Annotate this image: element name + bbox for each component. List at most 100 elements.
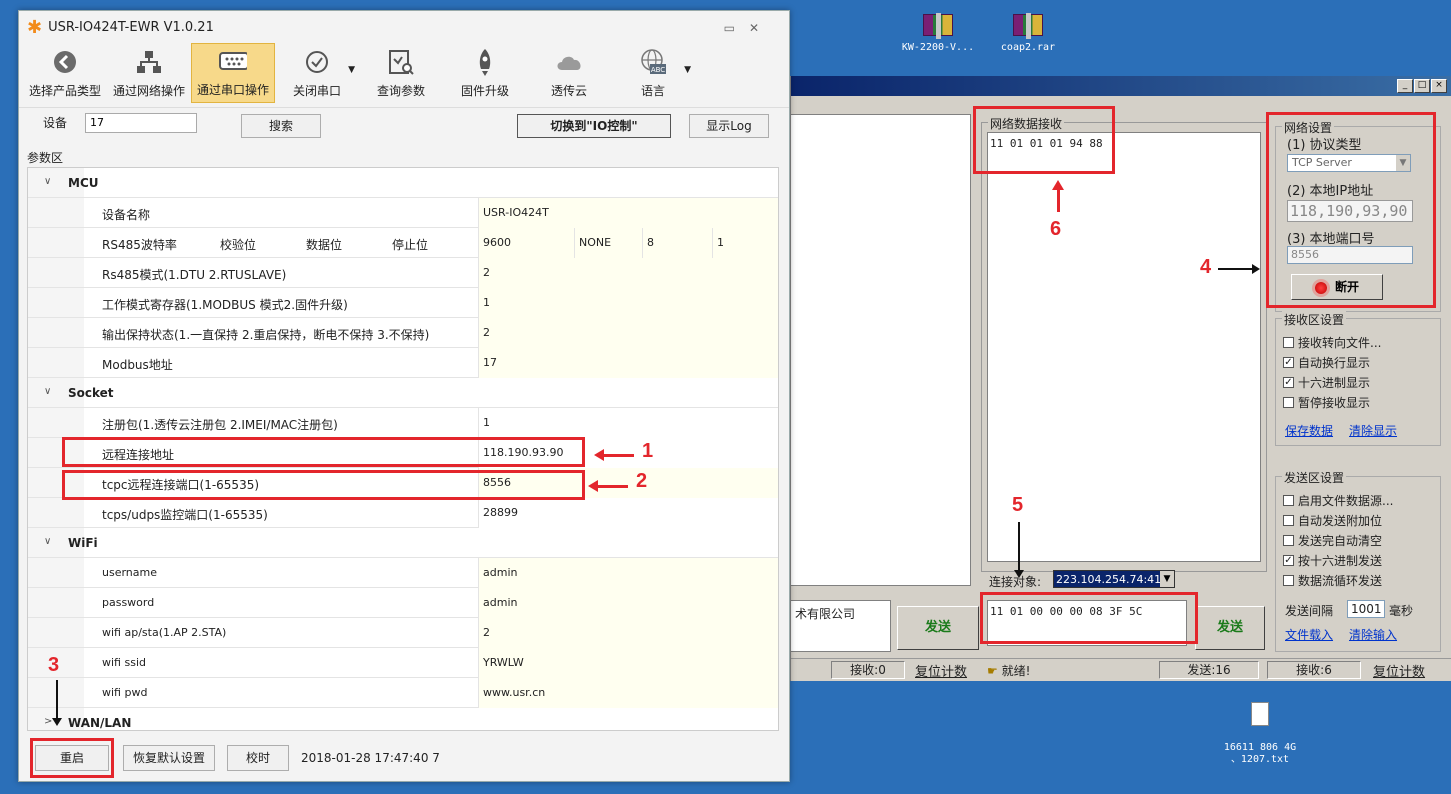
- param-value[interactable]: 2: [478, 618, 778, 648]
- receive-text-area[interactable]: 11 01 01 01 94 88: [987, 132, 1261, 562]
- file-load-link[interactable]: 文件载入: [1285, 626, 1333, 643]
- checkbox-box[interactable]: [1283, 574, 1294, 586]
- toolbar-select-product[interactable]: 选择产品类型: [23, 43, 107, 103]
- hex-send-checkbox[interactable]: ✓ 按十六进制发送: [1283, 550, 1393, 570]
- receive-count: 接收:6: [1267, 661, 1361, 679]
- restore-defaults-button[interactable]: 恢复默认设置: [123, 745, 215, 771]
- toolbar-firmware-upgrade[interactable]: 固件升级: [443, 43, 527, 103]
- minimize-button[interactable]: ▭: [724, 21, 749, 35]
- toolbar-query-params[interactable]: 查询参数: [359, 43, 443, 103]
- param-value-baud[interactable]: 9600: [478, 228, 574, 258]
- switch-io-control-button[interactable]: 切换到"IO控制": [517, 114, 671, 138]
- close-button[interactable]: ×: [1431, 79, 1447, 93]
- recv-to-file-checkbox[interactable]: 接收转向文件...: [1283, 332, 1381, 352]
- left-send-button[interactable]: 发送: [897, 606, 979, 650]
- param-row-listen-port[interactable]: tcps/udps监控端口(1-65535) 28899: [28, 498, 778, 528]
- reset-count-link[interactable]: 复位计数: [1373, 661, 1425, 680]
- search-button[interactable]: 搜索: [241, 114, 321, 138]
- param-row-wifi-ssid[interactable]: wifi ssid YRWLW: [28, 648, 778, 678]
- chevron-down-icon[interactable]: ▼: [684, 65, 691, 75]
- param-value[interactable]: www.usr.cn: [478, 678, 778, 708]
- param-row-modbus-addr[interactable]: Modbus地址 17: [28, 348, 778, 378]
- param-value-parity[interactable]: NONE: [574, 228, 642, 258]
- param-row-wifi-mode[interactable]: wifi ap/sta(1.AP 2.STA) 2: [28, 618, 778, 648]
- param-row-output-hold[interactable]: 输出保持状态(1.一直保持 2.重启保持，断电不保持 3.不保持) 2: [28, 318, 778, 348]
- show-log-button[interactable]: 显示Log: [689, 114, 769, 138]
- file-source-checkbox[interactable]: 启用文件数据源...: [1283, 490, 1393, 510]
- param-value[interactable]: YRWLW: [478, 648, 778, 678]
- left-send-area[interactable]: 术有限公司: [791, 600, 891, 652]
- param-row-rs485-mode[interactable]: Rs485模式(1.DTU 2.RTUSLAVE) 2: [28, 258, 778, 288]
- param-value-stopbits[interactable]: 1: [712, 228, 778, 258]
- param-row-wifi-pwd[interactable]: wifi pwd www.usr.cn: [28, 678, 778, 708]
- checkbox-box[interactable]: [1283, 336, 1294, 348]
- section-wifi[interactable]: ∨ WiFi: [28, 528, 778, 558]
- param-row-device-name[interactable]: 设备名称 USR-IO424T: [28, 198, 778, 228]
- param-row-rs485[interactable]: RS485波特率 校验位 数据位 停止位 9600 NONE 8 1: [28, 228, 778, 258]
- auto-wrap-checkbox[interactable]: ✓ 自动换行显示: [1283, 352, 1381, 372]
- param-value-databits[interactable]: 8: [642, 228, 712, 258]
- save-data-link[interactable]: 保存数据: [1285, 422, 1333, 439]
- checkbox-box[interactable]: [1283, 494, 1294, 506]
- loop-send-checkbox[interactable]: 数据流循环发送: [1283, 570, 1393, 590]
- annotation-label-1: 1: [642, 440, 654, 462]
- checkbox-box[interactable]: [1283, 534, 1294, 546]
- send-button[interactable]: 发送: [1195, 606, 1265, 650]
- toolbar-language[interactable]: ABC 语言 ▼: [611, 43, 695, 103]
- param-row-username[interactable]: username admin: [28, 558, 778, 588]
- param-value[interactable]: 1: [478, 288, 778, 318]
- param-row-work-mode[interactable]: 工作模式寄存器(1.MODBUS 模式2.固件升级) 1: [28, 288, 778, 318]
- clear-input-link[interactable]: 清除输入: [1349, 626, 1397, 643]
- toolbar-close-serial[interactable]: 关闭串口 ▼: [275, 43, 359, 103]
- chevron-down-icon[interactable]: ∨: [44, 536, 51, 547]
- section-wan-lan[interactable]: > WAN/LAN: [28, 708, 778, 730]
- param-value[interactable]: USR-IO424T: [478, 198, 778, 228]
- section-mcu[interactable]: ∨ MCU: [28, 168, 778, 198]
- checkbox-box[interactable]: [1283, 396, 1294, 408]
- pause-receive-checkbox[interactable]: 暂停接收显示: [1283, 392, 1381, 412]
- time-sync-button[interactable]: 校时: [227, 745, 289, 771]
- window-controls: _ □ ×: [1397, 79, 1447, 93]
- device-input[interactable]: [85, 112, 198, 133]
- desktop-icon-txt[interactable]: 16611 806 4G 、1207.txt: [1210, 690, 1310, 778]
- param-value[interactable]: 1: [478, 408, 778, 438]
- checkbox-label: 接收转向文件...: [1298, 335, 1382, 350]
- param-row-reg-packet[interactable]: 注册包(1.透传云注册包 2.IMEI/MAC注册包) 1: [28, 408, 778, 438]
- toolbar-serial-op[interactable]: 通过串口操作: [191, 43, 275, 103]
- checkmark-icon[interactable]: ✓: [1283, 376, 1294, 388]
- checkmark-icon[interactable]: ✓: [1283, 554, 1294, 566]
- desktop-icon-kw2200[interactable]: KW-2200-V...: [898, 13, 978, 53]
- annotation-label-3: 3: [48, 654, 60, 676]
- chevron-down-icon[interactable]: ▼: [348, 65, 355, 75]
- toolbar-label: 通过网络操作: [112, 84, 185, 98]
- clear-display-link[interactable]: 清除显示: [1349, 422, 1397, 439]
- send-interval-field[interactable]: 1001: [1347, 600, 1385, 618]
- chevron-down-icon[interactable]: ∨: [44, 176, 51, 187]
- param-row-password[interactable]: password admin: [28, 588, 778, 618]
- toolbar-cloud[interactable]: 透传云: [527, 43, 611, 103]
- section-socket[interactable]: ∨ Socket: [28, 378, 778, 408]
- close-button[interactable]: ✕: [749, 21, 773, 35]
- param-value[interactable]: 2: [478, 318, 778, 348]
- append-bit-checkbox[interactable]: 自动发送附加位: [1283, 510, 1393, 530]
- param-value[interactable]: 2: [478, 258, 778, 288]
- minimize-button[interactable]: _: [1397, 79, 1413, 93]
- chevron-down-icon[interactable]: ∨: [44, 386, 51, 397]
- param-value[interactable]: admin: [478, 588, 778, 618]
- param-value[interactable]: 17: [478, 348, 778, 378]
- maximize-button[interactable]: □: [1414, 79, 1430, 93]
- left-receive-area[interactable]: [791, 114, 971, 586]
- desktop-icon-coap2[interactable]: coap2.rar: [990, 13, 1066, 53]
- checkmark-icon[interactable]: ✓: [1283, 356, 1294, 368]
- auto-clear-checkbox[interactable]: 发送完自动清空: [1283, 530, 1393, 550]
- left-reset-count-link[interactable]: 复位计数: [915, 661, 967, 680]
- param-value[interactable]: 28899: [478, 498, 778, 528]
- connection-target-select[interactable]: 223.104.254.74:412 ▼: [1053, 570, 1175, 588]
- toolbar-network-op[interactable]: 通过网络操作: [107, 43, 191, 103]
- param-key: wifi ssid: [102, 656, 146, 669]
- param-value[interactable]: admin: [478, 558, 778, 588]
- send-count: 发送:16: [1159, 661, 1259, 679]
- hex-display-checkbox[interactable]: ✓ 十六进制显示: [1283, 372, 1381, 392]
- checkbox-box[interactable]: [1283, 514, 1294, 526]
- chevron-down-icon[interactable]: ▼: [1160, 571, 1174, 587]
